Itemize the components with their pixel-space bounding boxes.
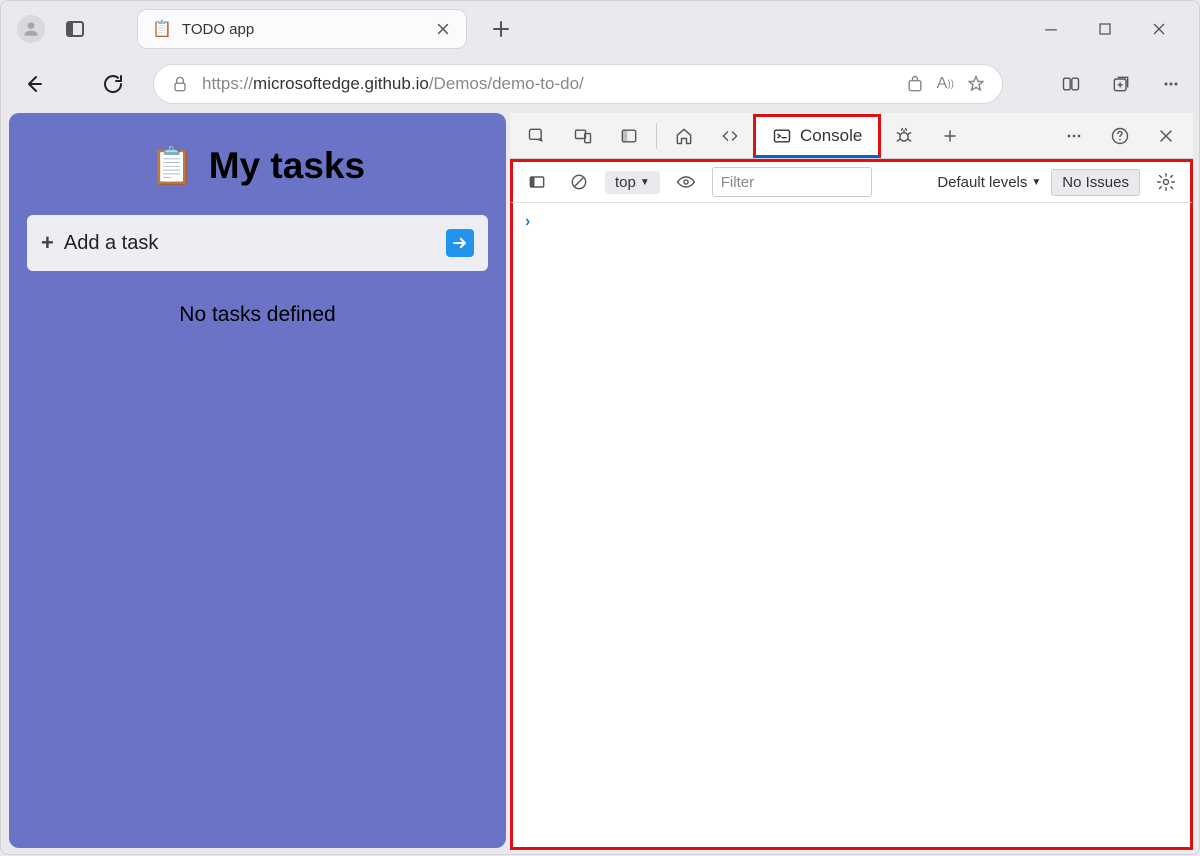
chevron-down-icon: ▼ [640,177,650,188]
address-bar[interactable]: https://microsoftedge.github.io/Demos/de… [153,64,1003,104]
tab-close-button[interactable] [434,20,452,38]
clear-console-button[interactable] [563,166,595,198]
tab-actions-button[interactable] [61,15,89,43]
profile-avatar[interactable] [17,15,45,43]
close-icon [1156,126,1176,146]
window-close-button[interactable] [1145,15,1173,43]
devtools-help-button[interactable] [1097,114,1143,158]
clear-icon [569,172,589,192]
url-text: https://microsoftedge.github.io/Demos/de… [202,74,893,94]
new-tab-button[interactable] [483,11,519,47]
page-heading-text: My tasks [209,145,365,187]
dock-side-button[interactable] [606,114,652,158]
elements-tab[interactable] [707,114,753,158]
inspect-element-button[interactable] [514,114,560,158]
more-tabs-button[interactable] [927,114,973,158]
devtools-close-button[interactable] [1143,114,1189,158]
browser-right-icons [1057,70,1185,98]
browser-menu-button[interactable] [1157,70,1185,98]
help-icon [1110,126,1130,146]
split-screen-button[interactable] [1057,70,1085,98]
add-task-submit[interactable] [446,229,474,257]
tab-title: TODO app [182,21,424,38]
inspect-icon [527,126,547,146]
console-settings-button[interactable] [1150,166,1182,198]
maximize-button[interactable] [1091,15,1119,43]
refresh-icon [101,72,125,96]
chevron-down-icon: ▼ [1031,177,1041,188]
browser-tab[interactable]: 📋 TODO app [137,9,467,49]
clipboard-icon: 📋 [150,145,195,187]
sidebar-icon [527,172,547,192]
add-task-row[interactable]: + Add a task [27,215,488,271]
devtools-tab-bar: Console [510,113,1193,159]
arrow-right-icon [450,233,470,253]
console-icon [772,126,792,146]
plus-icon: + [41,230,54,256]
devtools-panel: Console top ▼ Filter Default levels [510,113,1193,850]
add-task-input[interactable]: Add a task [64,232,436,255]
plus-icon [940,126,960,146]
devtools-more-button[interactable] [1051,114,1097,158]
plus-icon [489,17,513,41]
todo-app-page: 📋 My tasks + Add a task No tasks defined [9,113,506,848]
console-output[interactable]: › [510,203,1193,850]
toggle-sidebar-button[interactable] [521,166,553,198]
console-prompt[interactable]: › [525,213,530,230]
shopping-icon[interactable] [905,74,925,94]
console-tab-label: Console [800,126,862,146]
lock-icon [170,74,190,94]
favorite-icon[interactable] [966,74,986,94]
sources-tab[interactable] [881,114,927,158]
window-controls [1037,15,1191,43]
close-icon [434,19,452,39]
filter-placeholder: Filter [721,174,754,191]
clipboard-icon: 📋 [152,19,172,39]
collections-icon [1111,74,1131,94]
dock-icon [619,126,639,146]
console-filter-input[interactable]: Filter [712,167,872,197]
log-levels-select[interactable]: Default levels ▼ [937,174,1041,191]
person-icon [21,19,41,39]
arrow-left-icon [21,72,45,96]
bug-icon [894,126,914,146]
maximize-icon [1095,19,1115,39]
no-tasks-message: No tasks defined [179,303,335,327]
tab-square-icon [63,17,87,41]
dots-icon [1161,74,1181,94]
back-button[interactable] [15,66,51,102]
issues-label: No Issues [1062,174,1129,191]
split-icon [1061,74,1081,94]
dots-icon [1064,126,1084,146]
levels-label: Default levels [937,174,1027,191]
console-tab[interactable]: Console [753,114,881,158]
issues-button[interactable]: No Issues [1051,169,1140,196]
minimize-button[interactable] [1037,15,1065,43]
page-title: 📋 My tasks [150,145,365,187]
home-icon [674,126,694,146]
read-aloud-icon[interactable]: A)) [937,75,954,93]
close-icon [1149,19,1169,39]
window-tab-strip: 📋 TODO app [1,1,1199,57]
code-icon [720,126,740,146]
console-toolbar: top ▼ Filter Default levels ▼ No Issues [510,159,1193,203]
toolbar-row: https://microsoftedge.github.io/Demos/de… [1,57,1199,111]
context-label: top [615,174,636,191]
execution-context-select[interactable]: top ▼ [605,171,660,194]
gear-icon [1156,172,1176,192]
refresh-button[interactable] [95,66,131,102]
eye-icon [676,172,696,192]
content-split: 📋 My tasks + Add a task No tasks defined… [1,111,1199,856]
welcome-tab[interactable] [661,114,707,158]
device-emulation-button[interactable] [560,114,606,158]
devices-icon [573,126,593,146]
minimize-icon [1041,19,1061,39]
live-expression-button[interactable] [670,166,702,198]
collections-button[interactable] [1107,70,1135,98]
